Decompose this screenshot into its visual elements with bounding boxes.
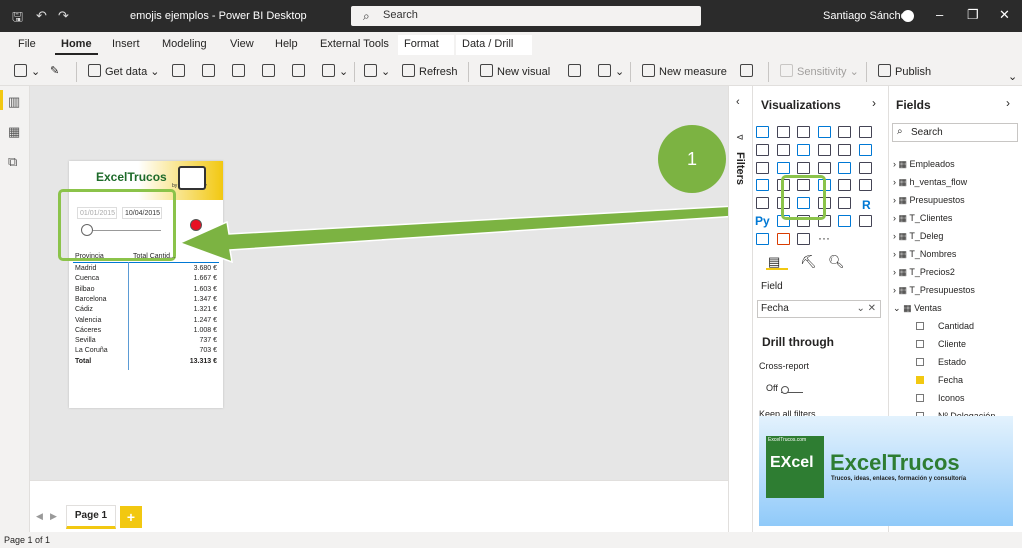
chevron-icon: › [893,231,896,241]
field-table[interactable]: › ▦ Empleados [893,159,955,170]
chevron-icon: › [893,177,896,187]
chevron-icon: › [893,249,896,259]
visual-type-icon[interactable] [776,232,790,245]
banner-logo: EXcel [766,436,824,498]
field-checkbox[interactable] [916,358,924,366]
cross-report-toggle[interactable] [781,384,803,394]
cross-report-label: Cross-report [759,361,810,371]
step-callout: 1 [658,125,726,193]
next-page-icon[interactable]: ▶ [50,511,57,522]
prev-page-icon[interactable]: ◀ [36,511,43,522]
field-well-label: Field [761,281,783,292]
visual-type-icon[interactable] [858,215,872,227]
visual-type-icon[interactable] [838,143,851,156]
chevron-icon: › [893,285,896,295]
visual-type-icon[interactable] [858,126,872,138]
chevron-icon: › [893,159,896,169]
visual-type-icon[interactable] [756,197,769,210]
status-bar: Page 1 of 1 [0,532,1022,548]
table-icon: ▦ [898,213,908,223]
filters-label[interactable]: Filters [734,152,746,185]
chevron-right-icon[interactable]: › [1006,96,1010,110]
visual-type-icon[interactable] [756,179,769,192]
fields-search-input[interactable]: ⌕ Search [892,123,1018,142]
visual-type-icon[interactable] [838,215,851,227]
table-icon: ▦ [898,285,908,295]
page-tab[interactable]: Page 1 [66,505,116,529]
visual-type-icon[interactable] [797,143,810,156]
visual-type-icon[interactable] [797,126,810,138]
field-item[interactable]: Iconos [916,393,965,403]
add-page-button[interactable]: + [120,506,142,528]
visual-type-icon[interactable] [858,161,872,174]
filters-pane[interactable]: ‹ ⊲ Filters [728,86,752,532]
field-item[interactable]: Cantidad [916,321,974,331]
search-icon: ⌕ [897,126,903,137]
chevron-icon: › [893,267,896,277]
visual-type-icon[interactable] [838,161,851,174]
visual-type-icon[interactable] [756,232,769,245]
visual-type-icon[interactable] [756,126,769,138]
table-icon: ▦ [898,249,908,259]
funnel-icon: ⊲ [736,132,744,142]
field-checkbox[interactable] [916,340,924,348]
field-table[interactable]: › ▦ T_Clientes [893,213,952,224]
fields-tab-indicator [766,254,788,270]
table-icon: ▦ [898,231,908,241]
visual-type-icon[interactable] [838,126,851,138]
chevron-right-icon[interactable]: › [872,96,876,110]
field-table[interactable]: › ▦ h_ventas_flow [893,177,967,188]
chevron-icon: › [893,213,896,223]
visual-type-icon[interactable] [858,143,872,156]
field-table[interactable]: ⌄ ▦ Ventas [893,303,942,314]
field-item[interactable]: Fecha [916,375,963,385]
analytics-icon[interactable]: 🔍︎ [828,254,845,270]
visual-type-icon[interactable] [817,126,831,138]
field-checkbox[interactable] [916,322,924,330]
banner-site: ExcelTrucos.com [768,437,807,443]
remove-field-icon[interactable]: ⌄ ✕ [856,303,876,314]
visual-type-icon[interactable] [756,143,769,156]
more-visuals-icon[interactable]: ··· [818,231,830,245]
visual-type-icon[interactable] [797,232,810,245]
drill-through-heading: Drill through [762,335,834,349]
visual-type-icon[interactable] [776,143,790,156]
field-item[interactable]: Estado [916,357,966,367]
visual-type-icon[interactable] [817,143,831,156]
table-icon: ▦ [898,267,908,277]
field-table[interactable]: › ▦ T_Precios2 [893,267,955,278]
visual-type-icon[interactable] [776,126,790,138]
visual-type-icon[interactable] [858,179,872,192]
visual-type-icon[interactable] [817,161,831,174]
fields-title: Fields [896,98,931,112]
visual-type-icon[interactable] [776,161,790,174]
field-checkbox[interactable] [916,394,924,402]
field-item[interactable]: Cliente [916,339,966,349]
field-table[interactable]: › ▦ Presupuestos [893,195,965,206]
r-visual-icon[interactable]: R [862,198,871,212]
field-checkbox[interactable] [916,376,924,384]
table-icon: ▦ [898,195,908,205]
format-paint-icon[interactable]: ⛏ [800,254,817,270]
field-well-input[interactable]: Fecha ⌄ ✕ [757,300,881,318]
python-visual-icon[interactable]: Py [755,214,770,228]
cross-report-state: Off [766,383,778,393]
visual-type-icon[interactable] [838,179,851,192]
chevron-icon: › [893,195,896,205]
field-table[interactable]: › ▦ T_Deleg [893,231,943,242]
visualizations-title: Visualizations [761,98,841,112]
chevron-icon: ⌄ [893,303,901,313]
visual-type-icon[interactable] [838,197,851,210]
visual-type-icon[interactable] [797,161,810,174]
field-table[interactable]: › ▦ T_Nombres [893,249,956,260]
field-table[interactable]: › ▦ T_Presupuestos [893,285,975,296]
banner-subtitle: Trucos, ideas, enlaces, formación y cons… [831,476,967,482]
table-icon: ▦ [903,303,912,313]
chevron-left-icon[interactable]: ‹ [736,96,740,108]
table-icon: ▦ [898,177,908,187]
visual-type-icon[interactable] [756,161,769,174]
banner-title: ExcelTrucos [830,450,960,475]
slicer-visual-highlight [781,175,826,220]
table-icon: ▦ [898,159,908,169]
